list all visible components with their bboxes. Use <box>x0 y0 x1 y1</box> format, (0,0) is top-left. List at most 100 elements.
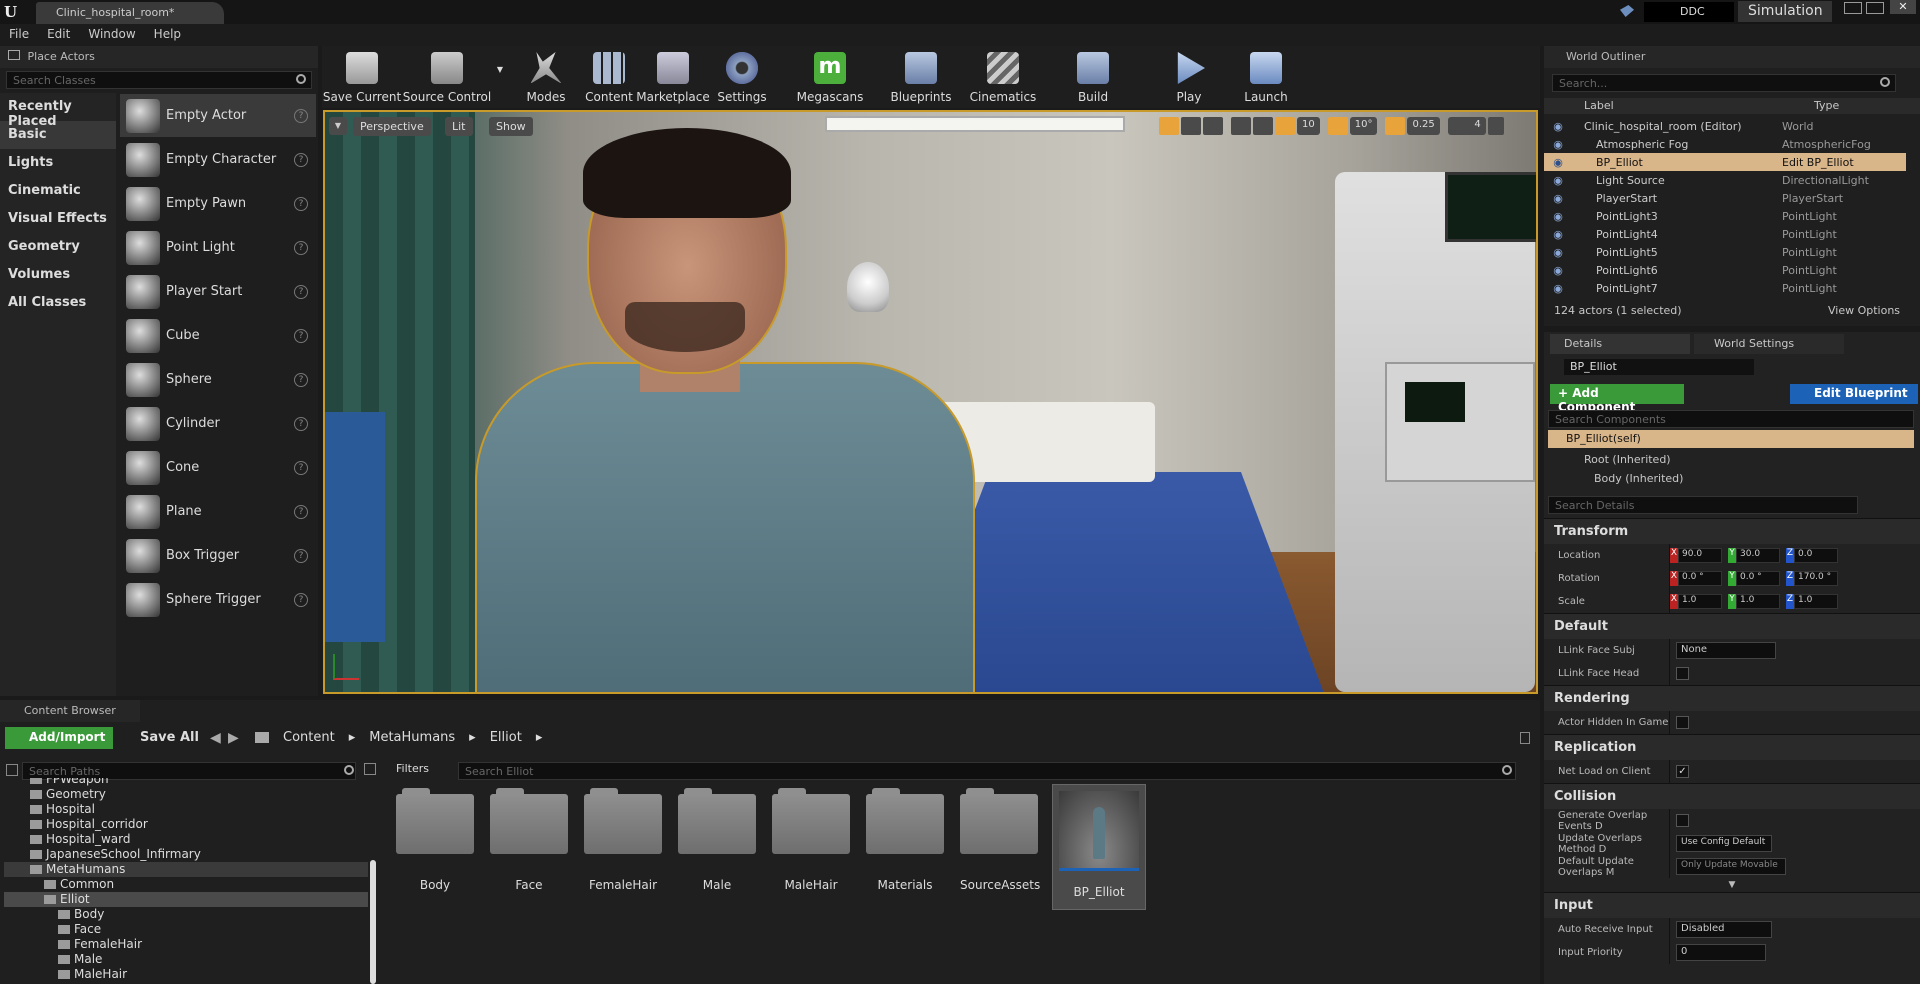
level-viewport[interactable]: ▼ Perspective Lit Show 10 10° 0.25 4 <box>323 110 1538 694</box>
outliner-row[interactable]: ◉ Atmospheric Fog AtmosphericFog <box>1544 135 1906 153</box>
col-type-header[interactable]: Type <box>1814 99 1839 112</box>
eye-icon[interactable]: ◉ <box>1544 282 1572 295</box>
outliner-row[interactable]: ◉ Light Source DirectionalLight <box>1544 171 1906 189</box>
input-section[interactable]: Input <box>1544 892 1920 918</box>
eye-icon[interactable]: ◉ <box>1544 156 1572 169</box>
replication-section[interactable]: Replication <box>1544 734 1920 760</box>
lit-button[interactable]: Lit <box>445 117 473 136</box>
eye-icon[interactable]: ◉ <box>1544 174 1572 187</box>
eye-icon[interactable]: ◉ <box>1544 228 1572 241</box>
help-icon[interactable]: ? <box>294 504 308 519</box>
help-icon[interactable]: ? <box>294 196 308 211</box>
auto-receive-dropdown[interactable]: Disabled <box>1676 921 1772 938</box>
source-control-button[interactable]: Source Control <box>402 46 492 108</box>
actor-hidden-checkbox[interactable] <box>1676 716 1689 729</box>
scale-icon[interactable] <box>1203 117 1223 135</box>
outliner-row[interactable]: ◉ Clinic_hospital_room (Editor) World <box>1544 117 1906 135</box>
search-classes-input[interactable]: Search Classes <box>6 71 312 89</box>
details-tab[interactable]: Details <box>1550 334 1690 354</box>
help-icon[interactable]: ? <box>294 240 308 255</box>
menu-window[interactable]: Window <box>79 24 144 44</box>
actor-item[interactable]: Point Light? <box>120 226 316 270</box>
row-type[interactable]: Edit BP_Elliot <box>1782 156 1854 169</box>
scale-snap-icon[interactable] <box>1385 117 1406 135</box>
eye-icon[interactable]: ◉ <box>1544 138 1572 151</box>
folder-malehair[interactable]: MaleHair <box>772 788 850 892</box>
default-section[interactable]: Default <box>1544 613 1920 639</box>
net-load-checkbox[interactable]: ✓ <box>1676 765 1689 778</box>
collapse-tree-icon[interactable] <box>6 764 18 776</box>
play-button[interactable]: Play <box>1154 46 1224 108</box>
scale-snap-value[interactable]: 0.25 <box>1407 117 1440 135</box>
transform-section[interactable]: Transform <box>1544 518 1920 544</box>
help-icon[interactable]: ? <box>294 152 308 167</box>
location-z-field[interactable]: 0.0 <box>1794 548 1838 563</box>
content-button[interactable]: Content <box>578 46 640 108</box>
category-all-classes[interactable]: All Classes <box>0 289 116 317</box>
actor-item[interactable]: Box Trigger? <box>120 534 316 578</box>
forward-arrow-icon[interactable]: ▶ <box>228 730 239 746</box>
source-control-status-icon[interactable] <box>1620 5 1634 17</box>
location-y-field[interactable]: 30.0 <box>1736 548 1780 563</box>
content-browser-tab[interactable]: Content Browser <box>0 700 140 722</box>
tree-item[interactable]: MaleHair <box>4 967 368 982</box>
world-settings-tab[interactable]: World Settings <box>1694 334 1844 354</box>
help-icon[interactable]: ? <box>294 460 308 475</box>
menu-edit[interactable]: Edit <box>38 24 79 44</box>
gen-overlap-checkbox[interactable] <box>1676 814 1689 827</box>
folder-male[interactable]: Male <box>678 788 756 892</box>
level-tab[interactable]: Clinic_hospital_room* <box>36 2 224 24</box>
simulation-button[interactable]: Simulation <box>1738 1 1832 22</box>
actor-item[interactable]: Empty Pawn? <box>120 182 316 226</box>
outliner-row[interactable]: ◉ PointLight4 PointLight <box>1544 225 1906 243</box>
actor-item[interactable]: Empty Character? <box>120 138 316 182</box>
help-icon[interactable]: ? <box>294 548 308 563</box>
blueprints-button[interactable]: Blueprints <box>880 46 962 108</box>
asset-bp-elliot[interactable]: BP_Elliot <box>1052 784 1146 910</box>
help-icon[interactable]: ? <box>294 416 308 431</box>
tree-item[interactable]: FPWeapon <box>4 778 368 787</box>
actor-item[interactable]: Cone? <box>120 446 316 490</box>
category-visual-effects[interactable]: Visual Effects <box>0 205 116 233</box>
tree-item[interactable]: FemaleHair <box>4 937 368 952</box>
tree-item[interactable]: Geometry <box>4 787 368 802</box>
help-icon[interactable]: ? <box>294 328 308 343</box>
maximize-icon[interactable] <box>1866 2 1884 14</box>
collision-section[interactable]: Collision <box>1544 783 1920 809</box>
eye-icon[interactable]: ◉ <box>1544 210 1572 223</box>
category-lights[interactable]: Lights <box>0 149 116 177</box>
tree-item[interactable]: Common <box>4 877 368 892</box>
translate-icon[interactable] <box>1159 117 1179 135</box>
component-body[interactable]: Body (Inherited) <box>1594 472 1683 485</box>
component-root[interactable]: Root (Inherited) <box>1584 453 1671 466</box>
llink-face-subj-dropdown[interactable]: None <box>1676 642 1776 659</box>
surface-snap-icon[interactable] <box>1253 117 1273 135</box>
camera-speed-button[interactable]: 4 <box>1447 117 1486 135</box>
menu-file[interactable]: File <box>0 24 38 44</box>
folder-face[interactable]: Face <box>490 788 568 892</box>
modes-button[interactable]: Modes <box>514 46 578 108</box>
rotation-z-field[interactable]: 170.0 ° <box>1794 571 1838 586</box>
tree-item[interactable]: Hospital_corridor <box>4 817 368 832</box>
eye-icon[interactable]: ◉ <box>1544 192 1572 205</box>
perspective-button[interactable]: Perspective <box>353 117 431 136</box>
menu-help[interactable]: Help <box>145 24 190 44</box>
eye-icon[interactable]: ◉ <box>1544 246 1572 259</box>
maximize-viewport-icon[interactable] <box>1487 117 1504 135</box>
col-label-header[interactable]: Label <box>1584 99 1614 112</box>
view-options-button[interactable]: View Options <box>1828 304 1900 317</box>
actor-name-field[interactable]: BP_Elliot <box>1564 359 1754 375</box>
tree-item[interactable]: Face <box>4 922 368 937</box>
help-icon[interactable]: ? <box>294 592 308 607</box>
save-all-button[interactable]: Save All <box>124 730 199 745</box>
category-volumes[interactable]: Volumes <box>0 261 116 289</box>
outliner-row[interactable]: ◉ PointLight5 PointLight <box>1544 243 1906 261</box>
location-x-field[interactable]: 90.0 <box>1678 548 1722 563</box>
viewport-options-button[interactable]: ▼ <box>329 117 347 135</box>
tree-item[interactable]: Body <box>4 907 368 922</box>
tree-item[interactable]: Hospital_ward <box>4 832 368 847</box>
close-icon[interactable]: ✕ <box>1890 0 1916 14</box>
grid-snap-icon[interactable] <box>1275 117 1295 135</box>
eye-icon[interactable]: ◉ <box>1544 120 1572 133</box>
folder-materials[interactable]: Materials <box>866 788 944 892</box>
